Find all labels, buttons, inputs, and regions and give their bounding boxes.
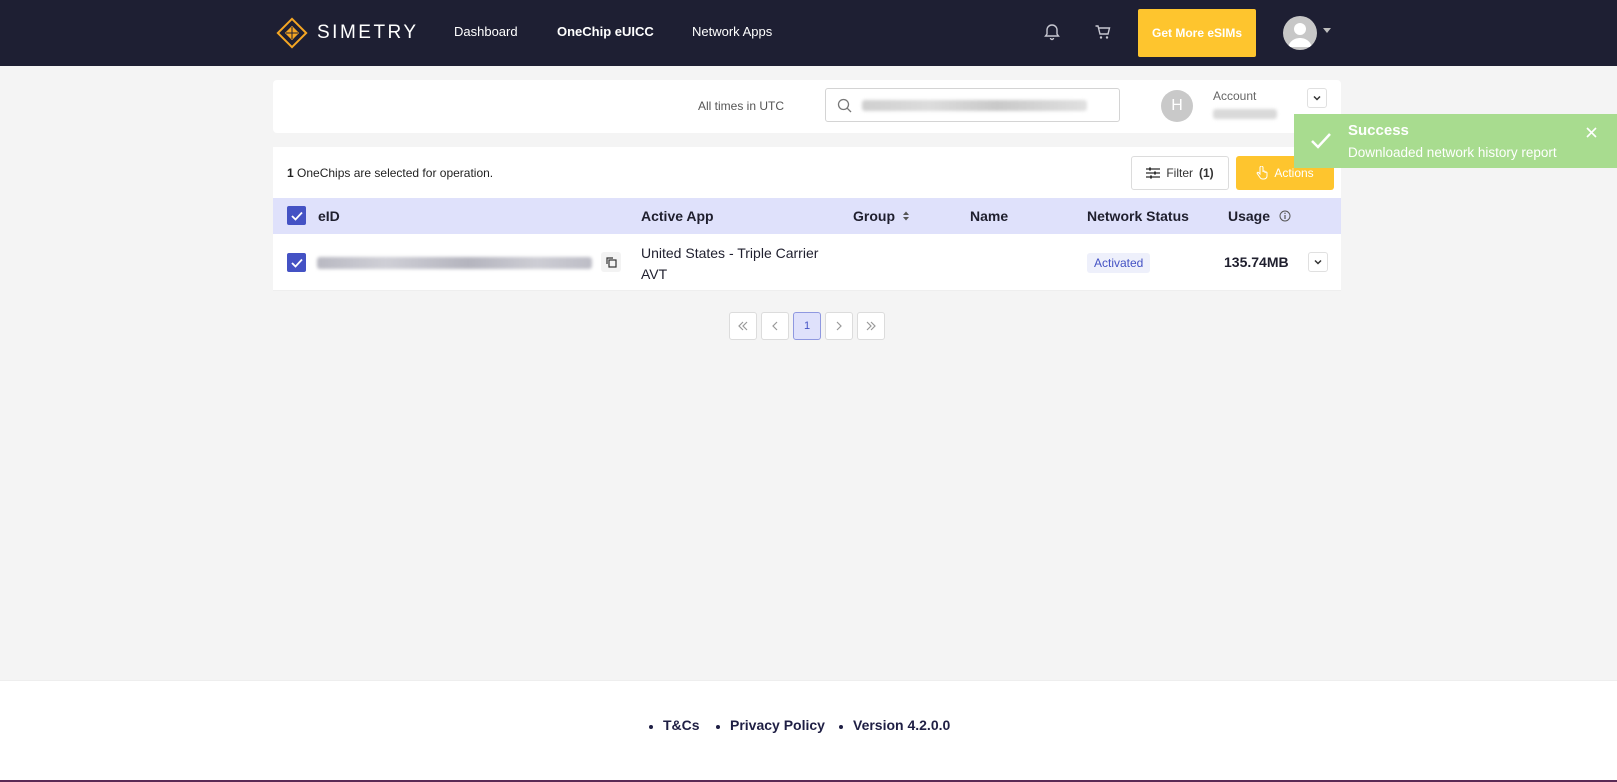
search-icon — [837, 98, 852, 113]
pagination-last-button[interactable] — [857, 312, 885, 340]
chevron-down-icon — [1313, 95, 1321, 101]
timezone-note: All times in UTC — [698, 99, 785, 113]
onechip-table-card: 1 OneChips are selected for operation. F… — [273, 147, 1341, 291]
table-row[interactable]: United States - Triple Carrier AVT Activ… — [273, 234, 1341, 291]
simetry-logo-icon — [275, 16, 309, 50]
selected-count: 1 — [287, 166, 294, 180]
column-header-usage-label: Usage — [1228, 208, 1271, 224]
info-icon[interactable] — [1279, 210, 1291, 222]
chevron-down-icon — [1314, 259, 1322, 265]
search-input[interactable] — [825, 88, 1120, 122]
network-status-badge: Activated — [1087, 253, 1151, 273]
caret-down-icon[interactable] — [1323, 28, 1331, 33]
brand-logo[interactable]: SIMETRY — [275, 14, 419, 52]
nav-link-dashboard[interactable]: Dashboard — [454, 24, 518, 39]
account-avatar: H — [1161, 90, 1193, 122]
sliders-icon — [1146, 167, 1161, 179]
checkmark-icon — [1311, 133, 1331, 149]
pagination-prev-button[interactable] — [761, 312, 789, 340]
get-more-esims-button[interactable]: Get More eSIMs — [1138, 9, 1256, 57]
chevron-left-icon — [772, 321, 778, 331]
column-header-name[interactable]: Name — [970, 208, 1008, 224]
user-avatar-icon[interactable] — [1283, 16, 1317, 50]
checkmark-icon — [290, 258, 303, 268]
column-header-active-app[interactable]: Active App — [641, 208, 714, 224]
column-header-eid[interactable]: eID — [318, 208, 340, 224]
cart-icon[interactable] — [1091, 20, 1115, 44]
nav-link-network-apps[interactable]: Network Apps — [692, 24, 772, 39]
success-toast: Success Downloaded network history repor… — [1294, 114, 1617, 168]
pagination-next-button[interactable] — [825, 312, 853, 340]
footer-version: Version 4.2.0.0 — [838, 717, 951, 733]
account-label: Account — [1213, 89, 1257, 103]
nav-link-onechip-euicc[interactable]: OneChip eUICC — [557, 24, 654, 39]
column-header-usage[interactable]: Usage — [1228, 208, 1291, 224]
toast-title: Success — [1348, 122, 1409, 139]
account-dropdown-button[interactable] — [1307, 88, 1327, 108]
filter-button[interactable]: Filter (1) — [1131, 156, 1229, 190]
footer-link-privacy[interactable]: Privacy Policy — [716, 717, 825, 733]
double-chevron-left-icon — [738, 321, 748, 331]
close-icon[interactable] — [1584, 125, 1598, 139]
filter-count: (1) — [1199, 166, 1214, 180]
selection-summary: 1 OneChips are selected for operation. — [287, 166, 493, 180]
selected-suffix: OneChips are selected for operation. — [297, 166, 494, 180]
hand-pointer-icon — [1256, 166, 1268, 180]
toast-message: Downloaded network history report — [1348, 145, 1557, 160]
page-footer: T&Cs Privacy Policy Version 4.2.0.0 — [0, 680, 1617, 782]
chevron-right-icon — [836, 321, 842, 331]
top-navbar: SIMETRY Dashboard OneChip eUICC Network … — [0, 0, 1617, 66]
footer-link-terms[interactable]: T&Cs — [649, 717, 700, 733]
account-redacted-name — [1213, 109, 1277, 119]
account-header-card: All times in UTC H Account — [273, 80, 1341, 133]
checkmark-icon — [290, 211, 303, 221]
actions-label: Actions — [1274, 166, 1314, 180]
double-chevron-right-icon — [866, 321, 876, 331]
table-header: eID Active App Group Name Network Status… — [273, 198, 1341, 234]
column-header-group-label: Group — [853, 208, 895, 224]
select-all-checkbox[interactable] — [287, 206, 306, 225]
bell-icon[interactable] — [1040, 20, 1064, 44]
column-header-group[interactable]: Group — [853, 208, 910, 224]
row-expand-button[interactable] — [1308, 252, 1328, 272]
eid-redacted-value — [317, 257, 592, 269]
copy-icon — [605, 256, 617, 268]
active-app-cell: United States - Triple Carrier AVT — [641, 245, 819, 282]
row-checkbox[interactable] — [287, 253, 306, 272]
search-redacted-value — [862, 100, 1087, 111]
brand-name: SIMETRY — [317, 22, 419, 43]
pagination-page-button[interactable]: 1 — [793, 312, 821, 340]
usage-cell: 135.74MB — [1224, 254, 1289, 270]
sort-icon — [902, 211, 909, 221]
column-header-network-status[interactable]: Network Status — [1087, 208, 1189, 224]
copy-eid-button[interactable] — [601, 252, 621, 272]
filter-label: Filter — [1166, 166, 1193, 180]
pagination-first-button[interactable] — [729, 312, 757, 340]
